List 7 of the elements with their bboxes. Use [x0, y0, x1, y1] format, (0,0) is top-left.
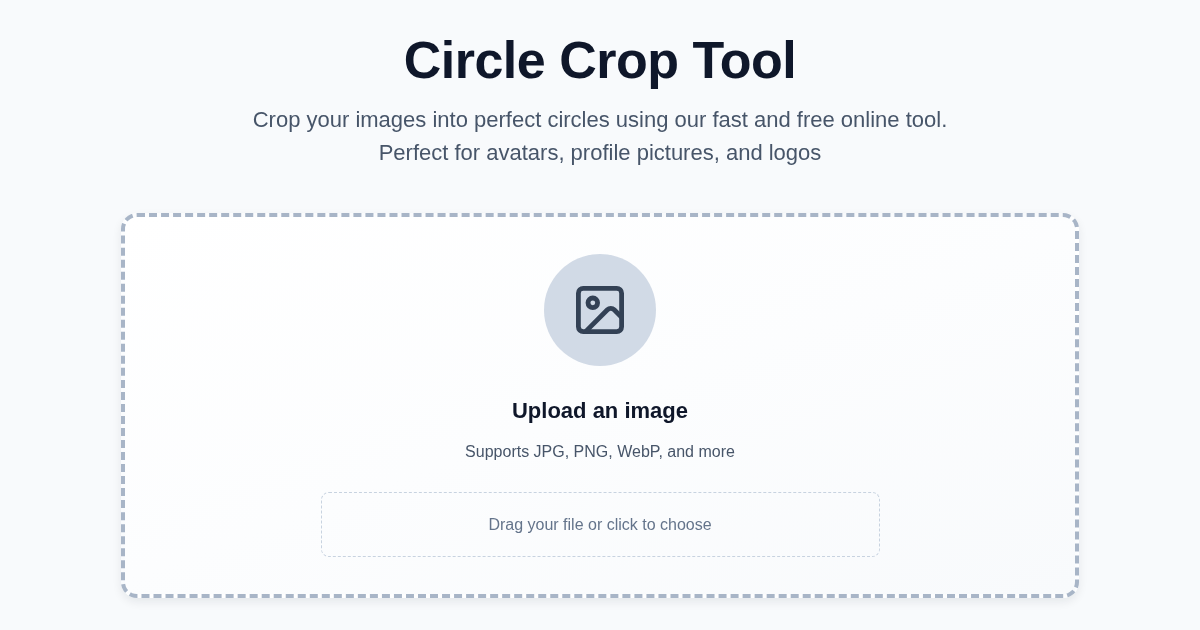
- page-title: Circle Crop Tool: [403, 30, 797, 90]
- file-drop-field[interactable]: Drag your file or click to choose: [320, 492, 880, 557]
- supported-formats-text: Supports JPG, PNG, WebP, and more: [465, 442, 735, 462]
- upload-drop-zone[interactable]: Upload an image Supports JPG, PNG, WebP, and more Drag your file or click to choose: [121, 213, 1079, 598]
- subtitle-text: Perfect for avatars, profile pictures, and logos: [378, 139, 822, 167]
- upload-heading: Upload an image: [511, 397, 688, 425]
- subtitle-text: Crop your images into perfect circles using our fast and free online tool.: [252, 106, 948, 134]
